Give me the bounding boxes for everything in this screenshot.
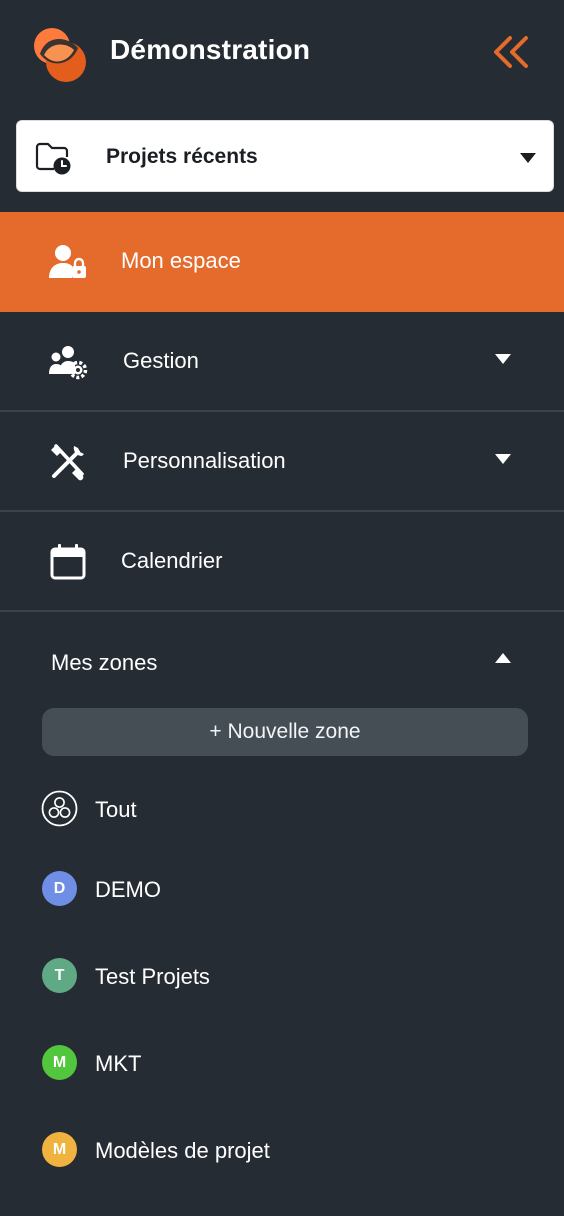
tools-icon	[51, 444, 84, 481]
user-lock-icon	[49, 245, 86, 278]
nav-item-label: Personnalisation	[123, 448, 286, 473]
zone-item[interactable]: D DEMO	[40, 869, 540, 909]
zone-avatar: M	[42, 1132, 77, 1167]
zone-label: Tout	[95, 797, 137, 822]
nav-item-calendar[interactable]: Calendrier	[0, 512, 564, 612]
chevron-down-icon	[520, 153, 536, 163]
zones-title: Mes zones	[51, 650, 158, 675]
zone-avatar: D	[42, 871, 77, 906]
zone-item[interactable]: M MKT	[40, 1043, 540, 1083]
recent-projects-label: Projets récents	[106, 145, 258, 168]
zone-label: MKT	[95, 1051, 142, 1076]
nav-item-customization[interactable]: Personnalisation	[0, 412, 564, 512]
sidebar-header: Démonstration	[0, 0, 564, 110]
zone-label: Modèles de projet	[95, 1138, 270, 1163]
nav-item-label: Calendrier	[121, 548, 223, 573]
app-title: Démonstration	[110, 34, 311, 65]
users-gear-icon	[49, 346, 88, 380]
zone-avatar: T	[42, 958, 77, 993]
folder-clock-icon	[35, 142, 71, 175]
nav-item-label: Mon espace	[121, 248, 241, 273]
recent-projects-dropdown[interactable]: Projets récents	[16, 120, 554, 192]
zone-item-all[interactable]: Tout	[40, 789, 540, 829]
chevron-down-icon	[495, 454, 511, 464]
chevron-down-icon	[495, 354, 511, 364]
zone-avatar: M	[42, 1045, 77, 1080]
calendar-icon	[50, 544, 86, 580]
nav-item-label: Gestion	[123, 348, 199, 373]
zones-section-toggle[interactable]: Mes zones	[0, 614, 564, 706]
chevron-up-icon	[495, 653, 511, 663]
zone-item[interactable]: M Modèles de projet	[40, 1130, 540, 1170]
double-chevron-left-icon[interactable]	[490, 32, 534, 72]
zone-label: Test Projets	[95, 964, 210, 989]
circles-icon	[41, 790, 78, 827]
app-logo	[34, 28, 86, 82]
new-zone-button[interactable]: + Nouvelle zone	[42, 708, 528, 756]
nav-item-my-space[interactable]: Mon espace	[0, 212, 564, 312]
zone-label: DEMO	[95, 877, 161, 902]
zone-item[interactable]: T Test Projets	[40, 956, 540, 996]
nav-item-management[interactable]: Gestion	[0, 312, 564, 412]
